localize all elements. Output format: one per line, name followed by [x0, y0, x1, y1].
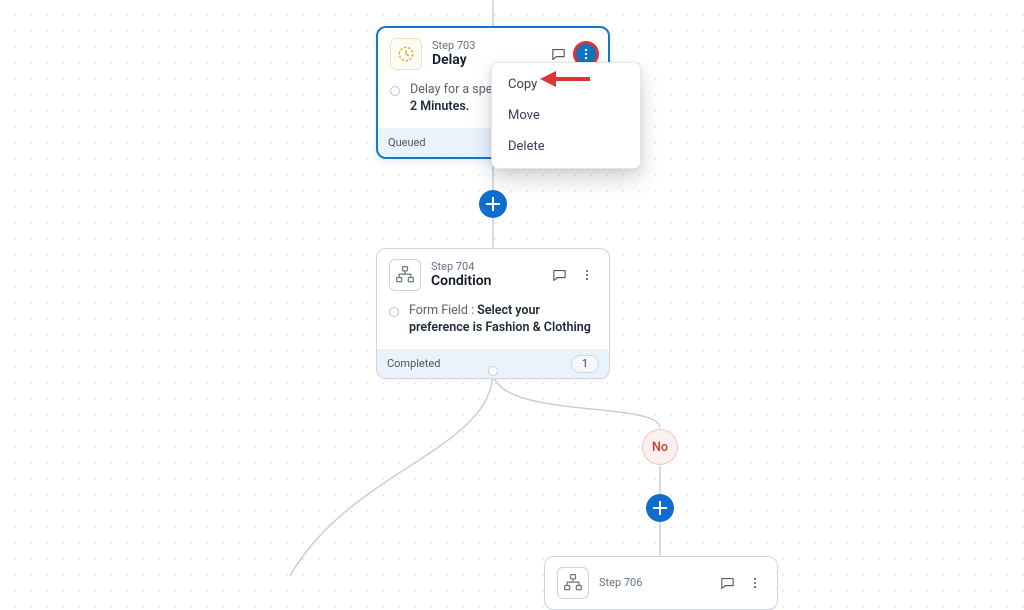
node-delay-actions	[548, 44, 596, 64]
node-bottom-actions	[717, 573, 765, 593]
node-delay-step: Step 703	[432, 39, 538, 52]
branch-label-no-text: No	[652, 440, 668, 455]
delay-body-prefix: Delay for a spe	[410, 82, 492, 97]
add-step-button[interactable]	[479, 190, 507, 218]
more-menu-button[interactable]	[577, 265, 597, 285]
step-marker-dot	[389, 307, 399, 317]
node-bottom-titles: Step 706	[599, 576, 707, 589]
node-condition-body: Form Field : Select your preference is F…	[377, 299, 609, 349]
node-delay-desc: Delay for a spe 2 Minutes.	[410, 82, 492, 116]
delay-icon	[390, 38, 422, 70]
condition-footer-count: 1	[571, 355, 599, 373]
menu-item-delete[interactable]: Delete	[492, 131, 640, 162]
more-menu-button[interactable]	[745, 573, 765, 593]
more-menu-button[interactable]	[576, 44, 596, 64]
delay-footer-label: Queued	[388, 136, 426, 149]
output-port[interactable]	[488, 366, 498, 376]
node-bottom-partial[interactable]: Step 706	[544, 556, 778, 610]
context-menu: Copy Move Delete	[491, 62, 641, 169]
comment-icon[interactable]	[548, 44, 568, 64]
menu-item-copy[interactable]: Copy	[492, 69, 640, 100]
condition-body-prefix: Form Field :	[409, 303, 477, 318]
add-step-button[interactable]	[646, 494, 674, 522]
node-condition-desc: Form Field : Select your preference is F…	[409, 303, 597, 337]
delay-body-strong: 2 Minutes.	[410, 99, 469, 114]
condition-icon	[557, 567, 589, 599]
node-bottom-header: Step 706	[545, 557, 777, 609]
node-condition-header: Step 704 Condition	[377, 249, 609, 299]
node-condition-titles: Step 704 Condition	[431, 260, 539, 290]
menu-item-move[interactable]: Move	[492, 100, 640, 131]
comment-icon[interactable]	[717, 573, 737, 593]
branch-label-no: No	[642, 429, 678, 465]
comment-icon[interactable]	[549, 265, 569, 285]
node-bottom-step: Step 706	[599, 576, 707, 589]
step-marker-dot	[390, 86, 400, 96]
node-condition[interactable]: Step 704 Condition Form Field : Select y…	[376, 248, 610, 379]
condition-icon	[389, 259, 421, 291]
condition-footer-label: Completed	[387, 357, 440, 370]
node-condition-actions	[549, 265, 597, 285]
node-condition-title: Condition	[431, 273, 539, 290]
node-condition-step: Step 704	[431, 260, 539, 273]
